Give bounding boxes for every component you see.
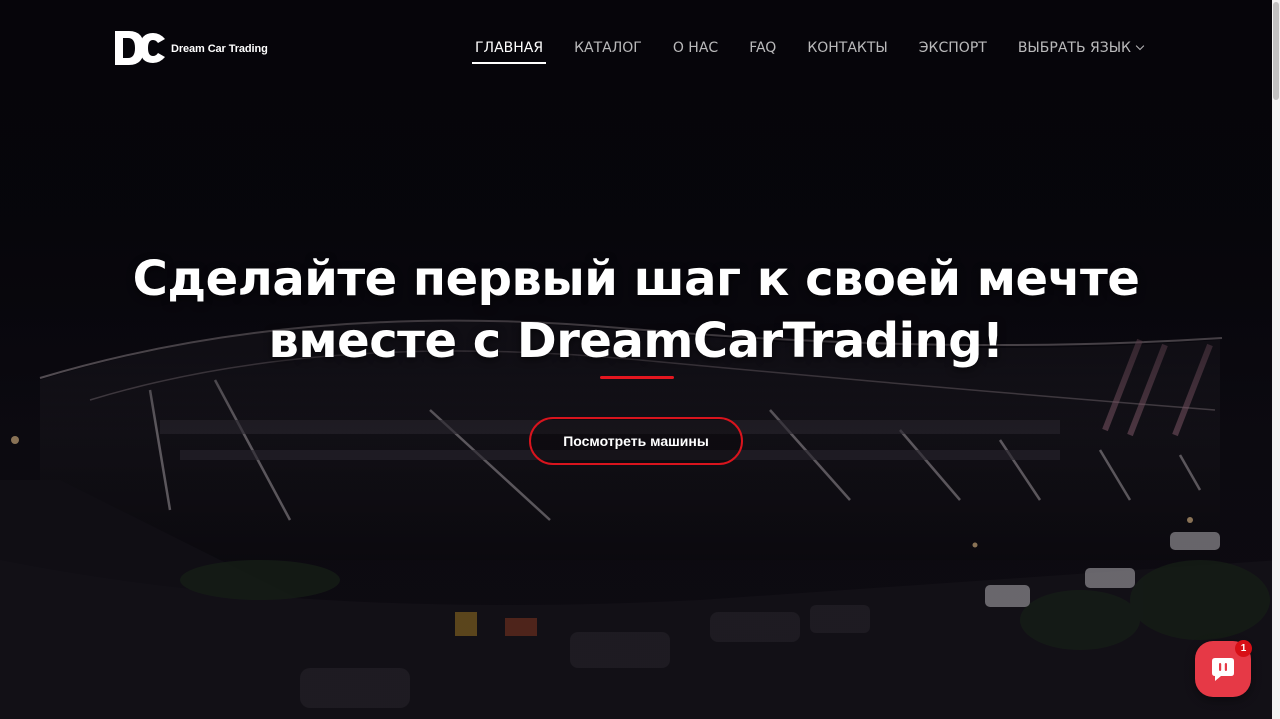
hero-headline-line1: Сделайте первый шаг к своей мечте: [132, 251, 1140, 307]
chevron-down-icon: [1135, 41, 1145, 51]
hero-headline-line2: вместе с DreamCarTrading!: [268, 313, 1004, 369]
chat-bubble-icon: [1212, 658, 1234, 681]
main-nav: ГЛАВНАЯ КАТАЛОГ О НАС FAQ КОНТАКТЫ ЭКСПО…: [472, 37, 1171, 64]
nav-item-export[interactable]: ЭКСПОРТ: [916, 37, 990, 64]
nav-item-home[interactable]: ГЛАВНАЯ: [472, 37, 547, 64]
scrollbar-thumb[interactable]: [1273, 2, 1279, 100]
nav-item-faq[interactable]: FAQ: [746, 37, 779, 64]
hero-headline: Сделайте первый шаг к своей мечте вместе…: [0, 248, 1272, 372]
brand-logo[interactable]: Dream Car Trading: [113, 29, 268, 67]
logo-text: Dream Car Trading: [171, 42, 268, 55]
nav-item-catalog[interactable]: КАТАЛОГ: [571, 37, 645, 64]
nav-item-about[interactable]: О НАС: [670, 37, 721, 64]
language-label: ВЫБРАТЬ ЯЗЫК: [1017, 40, 1131, 56]
page-scrollbar[interactable]: [1272, 0, 1280, 719]
chat-notification-badge: 1: [1235, 640, 1252, 657]
headline-divider: [600, 376, 674, 379]
nav-item-language[interactable]: ВЫБРАТЬ ЯЗЫК: [1015, 37, 1146, 64]
nav-item-contacts[interactable]: КОНТАКТЫ: [804, 37, 890, 64]
dc-logo-mark: [115, 31, 165, 65]
site-header: Dream Car Trading ГЛАВНАЯ КАТАЛОГ О НАС …: [0, 0, 1272, 96]
view-cars-button[interactable]: Посмотреть машины: [529, 417, 743, 465]
